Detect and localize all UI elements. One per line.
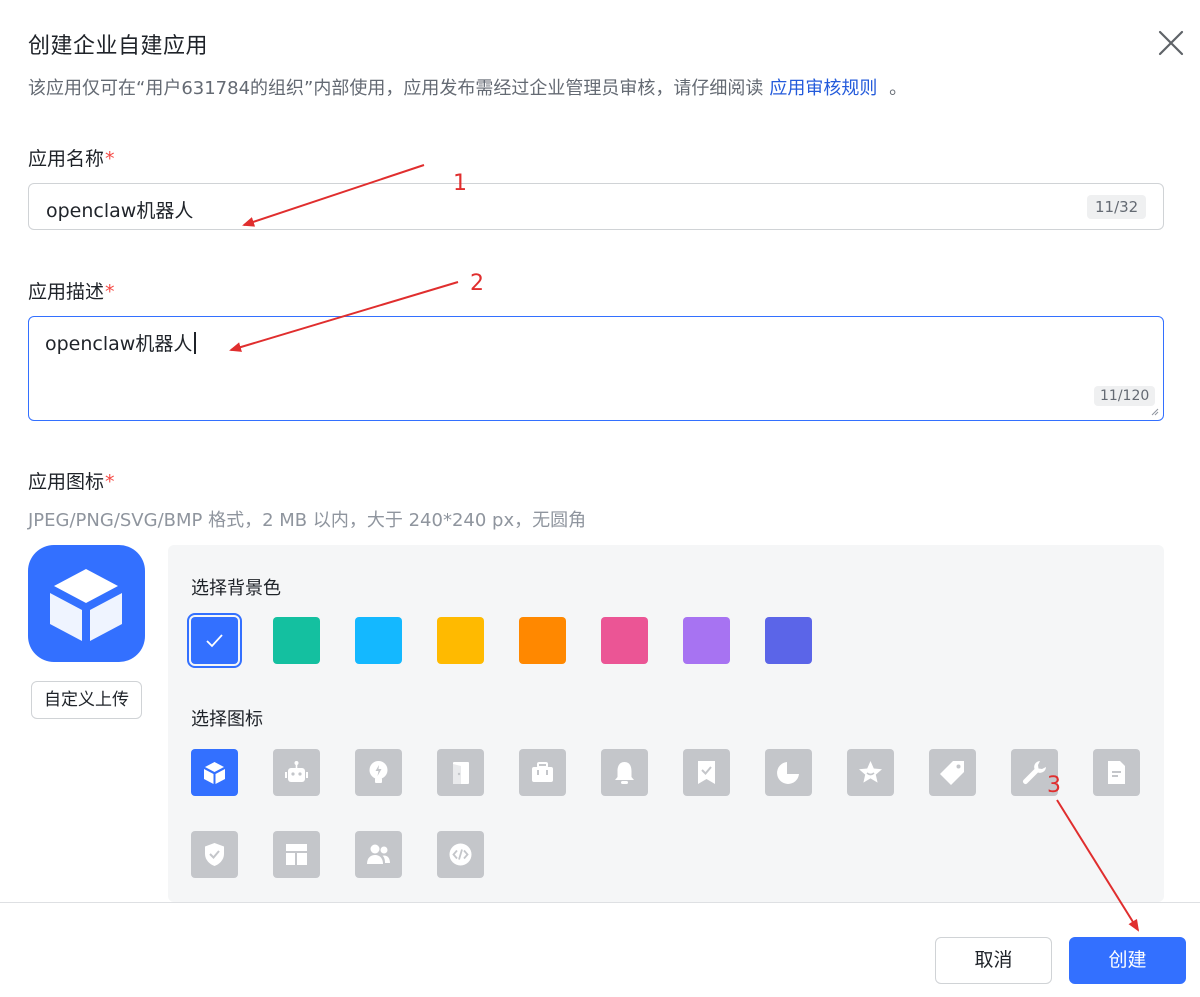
cube-icon [204, 762, 225, 784]
icon-option-bell[interactable] [601, 749, 648, 796]
app-icon-label: 应用图标* [28, 467, 115, 494]
icon-option-briefcase[interactable] [519, 749, 566, 796]
app-icon-label-text: 应用图标 [28, 471, 105, 493]
close-icon [1158, 30, 1184, 56]
app-name-input[interactable]: openclaw机器人 11/32 [28, 183, 1164, 230]
cube-icon [50, 569, 122, 641]
annotation-number-3: 3 [1047, 773, 1061, 798]
icon-option-code[interactable] [437, 831, 484, 878]
icon-option-document[interactable] [1093, 749, 1140, 796]
code-icon [449, 843, 472, 866]
resize-handle-icon[interactable] [1149, 406, 1159, 416]
review-rules-link[interactable]: 应用审核规则 [769, 78, 877, 99]
app-description-counter: 11/120 [1094, 386, 1156, 406]
create-app-dialog: 创建企业自建应用 该应用仅可在“用户631784的组织”内部使用，应用发布需经过… [0, 0, 1200, 997]
app-description-value: openclaw机器人 [45, 329, 196, 356]
checkmark-icon [206, 634, 223, 648]
wrench-icon [1023, 761, 1046, 784]
robot-icon [285, 761, 308, 782]
close-button[interactable] [1154, 26, 1188, 60]
app-description-textarea[interactable]: openclaw机器人 11/120 [28, 316, 1164, 421]
app-description-text: openclaw机器人 [45, 333, 193, 355]
users-icon [367, 844, 390, 864]
background-color-label: 选择背景色 [191, 578, 281, 599]
color-swatch-purple[interactable] [683, 617, 730, 664]
icon-option-pie-chart[interactable] [765, 749, 812, 796]
app-name-label: 应用名称* [28, 144, 115, 171]
icon-format-hint: JPEG/PNG/SVG/BMP 格式，2 MB 以内，大于 240*240 p… [28, 510, 587, 531]
icon-option-layout[interactable] [273, 831, 320, 878]
cancel-button[interactable]: 取消 [935, 937, 1052, 984]
app-icon-preview [28, 545, 145, 662]
layout-icon [286, 844, 307, 865]
color-swatch-blue[interactable] [187, 613, 242, 668]
pie-chart-icon [777, 760, 801, 784]
icon-option-cube[interactable] [191, 749, 238, 796]
document-icon [1108, 761, 1125, 784]
bookmark-check-icon [698, 761, 715, 784]
footer-divider [0, 902, 1200, 903]
door-icon [453, 762, 469, 784]
annotation-number-2: 2 [470, 271, 484, 296]
tag-icon [940, 761, 964, 785]
required-mark: * [105, 471, 115, 493]
subtitle-text: 该应用仅可在“用户631784的组织”内部使用，应用发布需经过企业管理员审核，请… [28, 78, 764, 99]
text-caret [194, 332, 196, 354]
color-swatch-pink[interactable] [601, 617, 648, 664]
app-name-value: openclaw机器人 [46, 200, 194, 222]
lightbulb-icon [369, 761, 388, 783]
color-swatch-yellow[interactable] [437, 617, 484, 664]
color-swatch-indigo[interactable] [765, 617, 812, 664]
icon-option-bookmark[interactable] [683, 749, 730, 796]
color-swatch-teal[interactable] [273, 617, 320, 664]
briefcase-icon [532, 762, 553, 782]
app-name-counter: 11/32 [1087, 195, 1147, 219]
icon-option-robot[interactable] [273, 749, 320, 796]
icon-option-lightbulb[interactable] [355, 749, 402, 796]
icon-option-star[interactable] [847, 749, 894, 796]
icon-option-door[interactable] [437, 749, 484, 796]
subtitle-end: 。 [889, 78, 908, 99]
bell-icon [615, 762, 634, 784]
icon-option-users[interactable] [355, 831, 402, 878]
annotation-number-1: 1 [453, 171, 467, 196]
icon-option-shield[interactable] [191, 831, 238, 878]
shield-check-icon [205, 843, 224, 866]
icon-option-tag[interactable] [929, 749, 976, 796]
create-button[interactable]: 创建 [1069, 937, 1186, 984]
required-mark: * [105, 148, 115, 170]
required-mark: * [105, 281, 115, 303]
dialog-title: 创建企业自建应用 [28, 34, 209, 59]
dialog-subtitle: 该应用仅可在“用户631784的组织”内部使用，应用发布需经过企业管理员审核，请… [28, 74, 907, 100]
icon-choice-label: 选择图标 [191, 709, 263, 730]
icon-picker-panel: 选择背景色 选择图标 [168, 545, 1164, 902]
color-swatch-orange[interactable] [519, 617, 566, 664]
custom-upload-button[interactable]: 自定义上传 [31, 681, 142, 719]
app-description-label-text: 应用描述 [28, 281, 105, 303]
color-swatch-sky[interactable] [355, 617, 402, 664]
app-name-label-text: 应用名称 [28, 148, 105, 170]
app-description-label: 应用描述* [28, 277, 115, 304]
star-icon [859, 761, 882, 783]
